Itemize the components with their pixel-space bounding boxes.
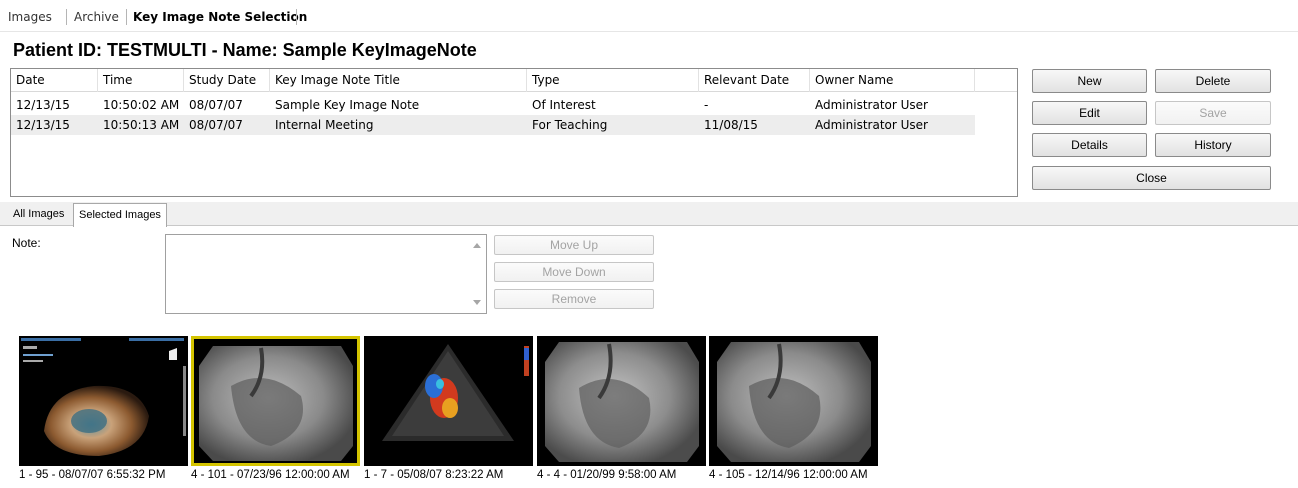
thumbnail-caption: 1 - 95 - 08/07/07 6:55:32 PM: [19, 469, 166, 481]
new-button[interactable]: New: [1032, 69, 1147, 93]
tab-separator: [66, 9, 67, 25]
tab-key-image-note-selection[interactable]: Key Image Note Selection: [133, 10, 307, 24]
column-header-title[interactable]: Key Image Note Title: [270, 69, 527, 92]
image-thumbnail-xray[interactable]: [537, 336, 706, 466]
cell-owner-name: Administrator User: [815, 118, 928, 132]
remove-button[interactable]: Remove: [494, 289, 654, 309]
cell-date: 12/13/15: [16, 118, 70, 132]
thumbnail-caption: 4 - 105 - 12/14/96 12:00:00 AM: [709, 469, 868, 481]
image-thumbnail-3d-echo[interactable]: [19, 336, 188, 466]
cell-study-date: 08/07/07: [189, 98, 243, 112]
page-title: Patient ID: TESTMULTI - Name: Sample Key…: [13, 40, 477, 60]
cell-owner-name: Administrator User: [815, 98, 928, 112]
scroll-down-arrow-icon[interactable]: [473, 300, 481, 305]
close-button[interactable]: Close: [1032, 166, 1271, 190]
tab-separator: [296, 9, 297, 25]
column-header-time[interactable]: Time: [98, 69, 184, 92]
delete-button[interactable]: Delete: [1155, 69, 1271, 93]
cell-type: For Teaching: [532, 118, 608, 132]
table-row[interactable]: 12/13/15 10:50:13 AM 08/07/07 Internal M…: [11, 115, 975, 135]
column-header-type[interactable]: Type: [527, 69, 699, 92]
history-button[interactable]: History: [1155, 133, 1271, 157]
details-button[interactable]: Details: [1032, 133, 1147, 157]
tab-archive[interactable]: Archive: [74, 10, 119, 24]
tab-separator: [126, 9, 127, 25]
column-header-date[interactable]: Date: [11, 69, 98, 92]
scroll-up-arrow-icon[interactable]: [473, 243, 481, 248]
note-label: Note:: [12, 236, 41, 250]
image-thumbnail-xray[interactable]: [191, 336, 360, 466]
cell-study-date: 08/07/07: [189, 118, 243, 132]
table-row[interactable]: 12/13/15 10:50:02 AM 08/07/07 Sample Key…: [11, 95, 975, 115]
note-textarea[interactable]: [165, 234, 487, 314]
cell-time: 10:50:13 AM: [103, 118, 180, 132]
tab-selected-images[interactable]: Selected Images: [73, 203, 167, 227]
tab-images[interactable]: Images: [8, 10, 52, 24]
note-scrollbar[interactable]: [469, 235, 486, 313]
top-tab-bar: Images Archive Key Image Note Selection: [0, 0, 1298, 32]
key-image-note-table[interactable]: Date Time Study Date Key Image Note Titl…: [10, 68, 1018, 197]
save-button[interactable]: Save: [1155, 101, 1271, 125]
cell-title: Internal Meeting: [275, 118, 374, 132]
cell-relevant-date: -: [704, 98, 709, 112]
column-header-relevant-date[interactable]: Relevant Date: [699, 69, 810, 92]
table-header: Date Time Study Date Key Image Note Titl…: [11, 69, 1017, 92]
image-tab-bar: All Images Selected Images: [0, 202, 1298, 227]
cell-time: 10:50:02 AM: [103, 98, 180, 112]
move-up-button[interactable]: Move Up: [494, 235, 654, 255]
edit-button[interactable]: Edit: [1032, 101, 1147, 125]
thumbnail-caption: 4 - 4 - 01/20/99 9:58:00 AM: [537, 469, 677, 481]
thumbnail-caption: 4 - 101 - 07/23/96 12:00:00 AM: [191, 469, 350, 481]
cell-relevant-date: 11/08/15: [704, 118, 758, 132]
column-header-owner-name[interactable]: Owner Name: [810, 69, 975, 92]
cell-type: Of Interest: [532, 98, 596, 112]
image-thumbnail-doppler[interactable]: [364, 336, 533, 466]
image-thumbnail-xray[interactable]: [709, 336, 878, 466]
tab-all-images[interactable]: All Images: [8, 205, 69, 226]
cell-date: 12/13/15: [16, 98, 70, 112]
move-down-button[interactable]: Move Down: [494, 262, 654, 282]
thumbnail-caption: 1 - 7 - 05/08/07 8:23:22 AM: [364, 469, 504, 481]
cell-title: Sample Key Image Note: [275, 98, 420, 112]
column-header-study-date[interactable]: Study Date: [184, 69, 270, 92]
